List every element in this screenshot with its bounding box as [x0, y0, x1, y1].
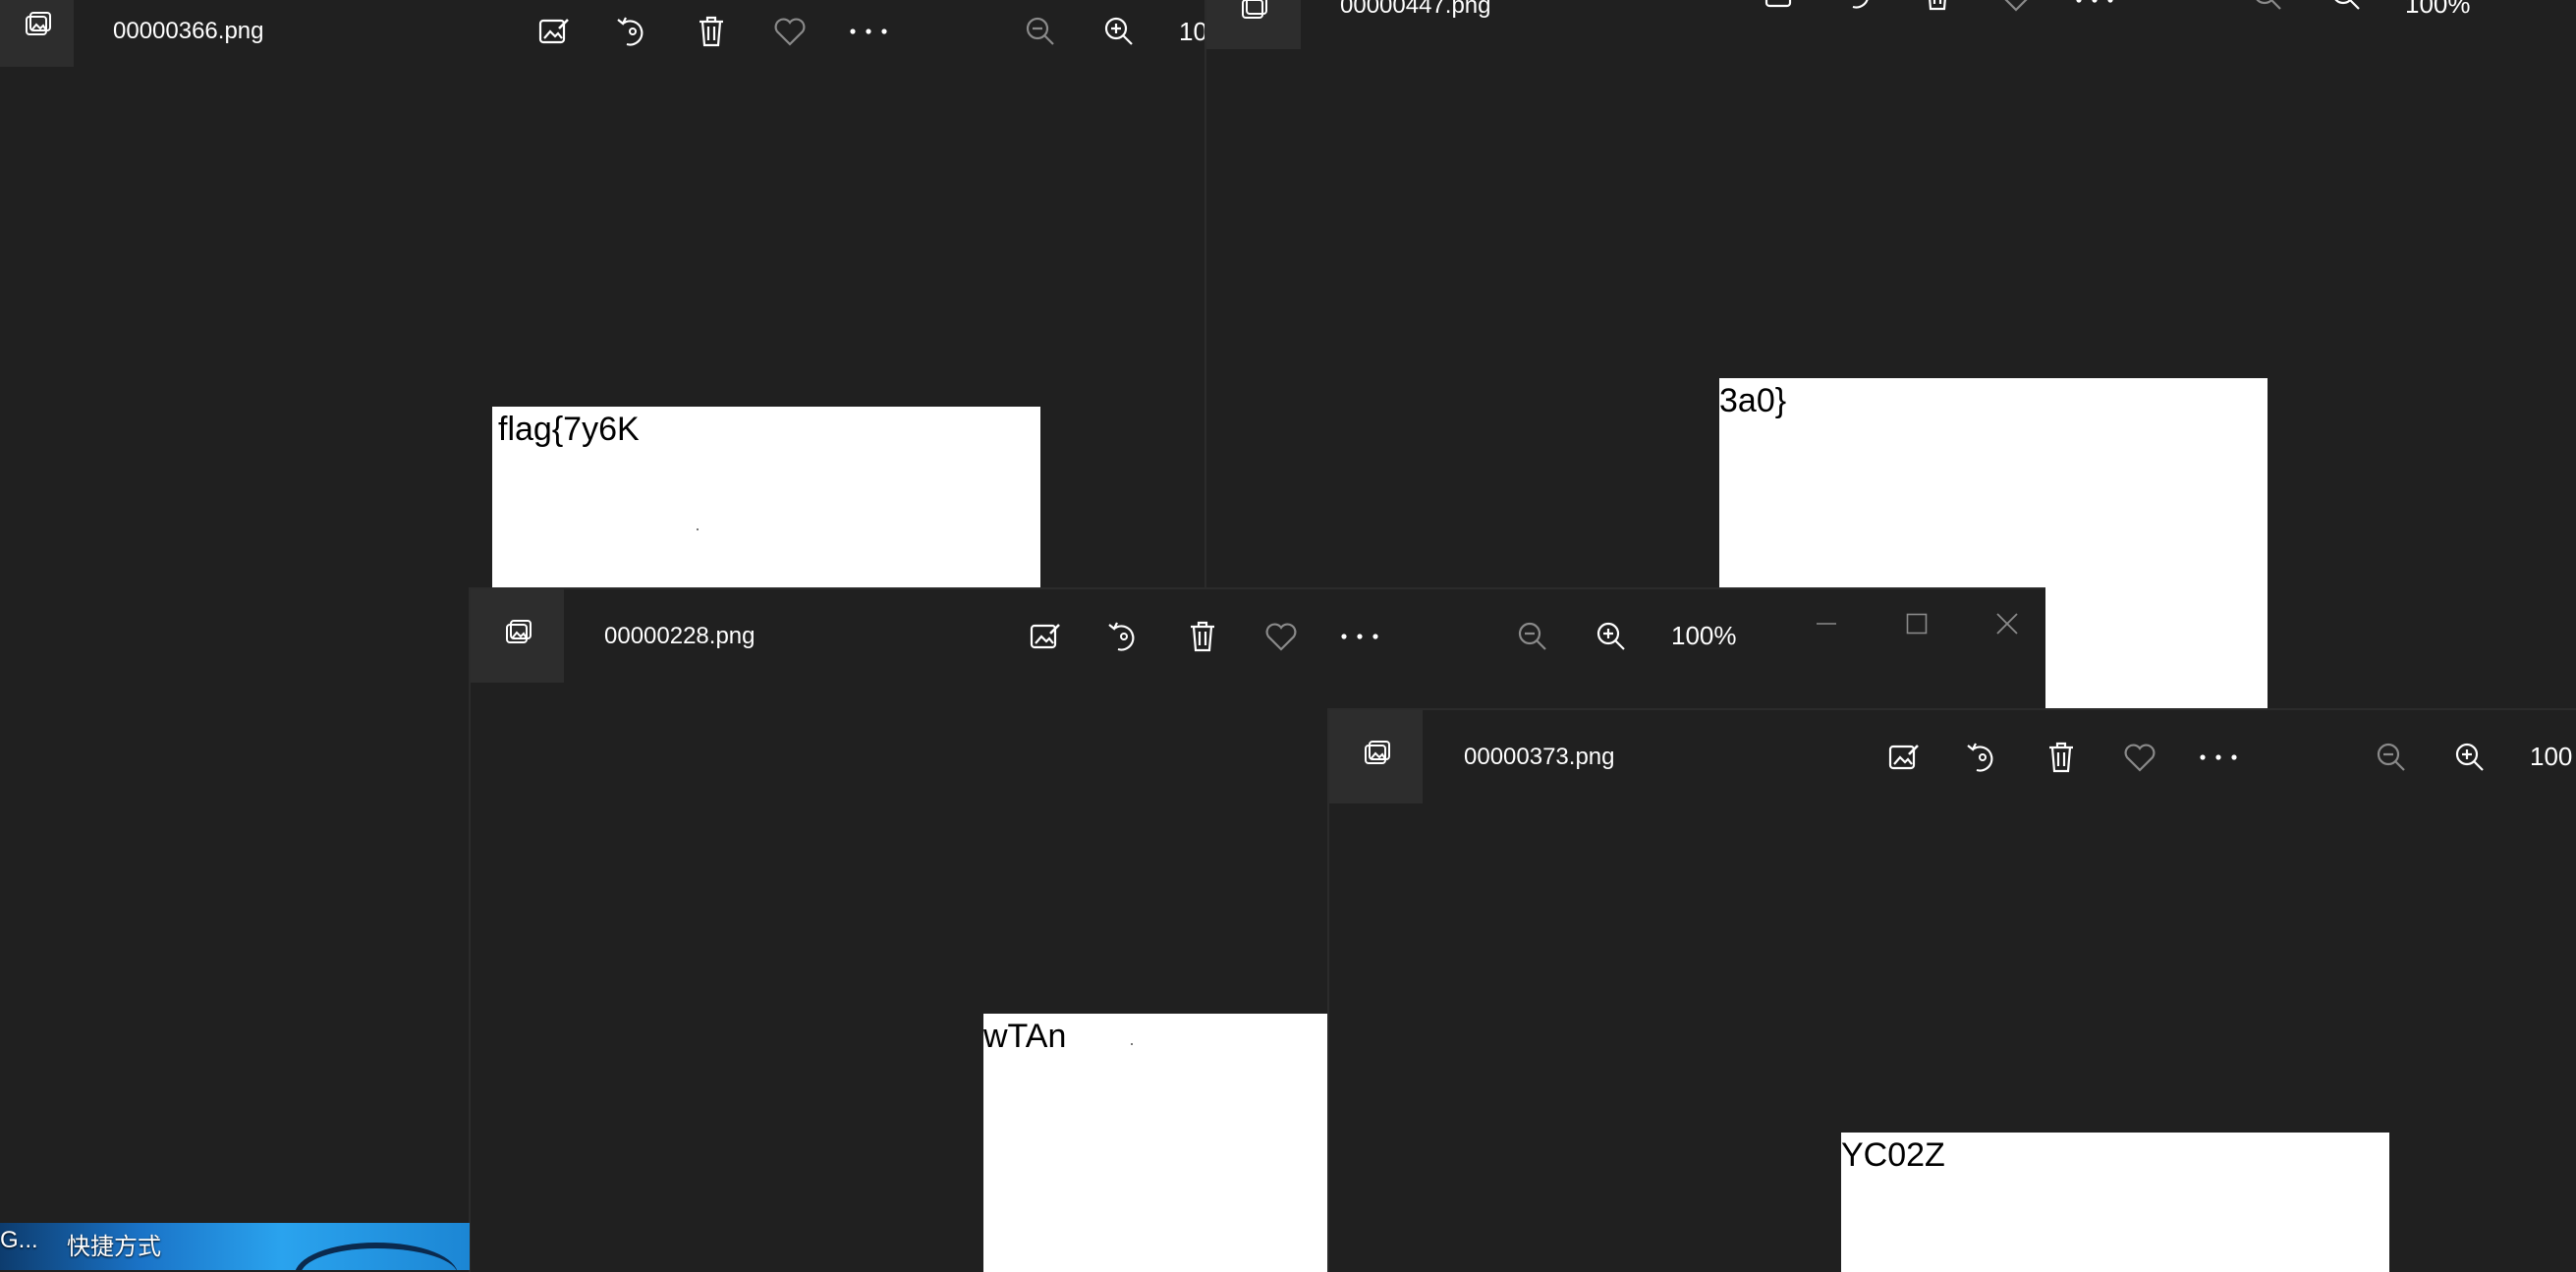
delete-icon — [2045, 741, 2077, 774]
favorite-icon — [773, 17, 807, 46]
zoom-level: 10 — [1179, 17, 1204, 46]
minimize-icon — [1816, 622, 1837, 626]
favorite-button[interactable] — [1987, 0, 2045, 12]
more-button[interactable] — [1330, 589, 1389, 683]
zoom-out-icon — [2252, 0, 2283, 12]
delete-icon — [696, 15, 727, 48]
delete-button[interactable] — [2032, 710, 2091, 803]
more-icon — [849, 28, 888, 35]
edit-image-icon — [537, 15, 571, 48]
favorite-icon — [1264, 622, 1298, 651]
edit-image-button[interactable] — [525, 0, 584, 63]
edit-image-icon — [1029, 620, 1062, 653]
image-canvas: flag{7y6K — [492, 407, 1040, 589]
more-icon — [2199, 753, 2238, 761]
edit-image-button[interactable] — [1875, 710, 1933, 803]
edit-image-icon — [1764, 0, 1797, 12]
app-icon-button[interactable] — [0, 0, 74, 67]
zoom-in-icon — [1103, 16, 1135, 47]
minimize-button[interactable] — [1787, 589, 1866, 658]
edit-image-button[interactable] — [1751, 0, 1810, 12]
rotate-button[interactable] — [1953, 710, 2012, 803]
zoom-out-icon — [1025, 16, 1056, 47]
file-name: 00000373.png — [1464, 744, 1615, 770]
rotate-button[interactable] — [603, 0, 662, 63]
zoom-out-button[interactable] — [1503, 589, 1562, 683]
delete-button[interactable] — [1908, 0, 1967, 12]
zoom-out-icon — [2376, 742, 2407, 773]
file-name: 00000228.png — [604, 623, 756, 649]
more-icon — [1340, 633, 1379, 640]
rotate-icon — [1106, 619, 1142, 654]
rotate-icon — [1841, 0, 1876, 12]
shortcut-label[interactable]: 快捷方式 — [67, 1227, 161, 1261]
favorite-button[interactable] — [2110, 710, 2169, 803]
zoom-in-button[interactable] — [2317, 0, 2376, 12]
app-icon-button[interactable] — [1206, 0, 1301, 49]
more-button[interactable] — [839, 0, 898, 63]
favorite-button[interactable] — [760, 0, 819, 63]
image-text: flag{7y6K — [498, 411, 640, 448]
title-bar: 00000228.png 100% — [471, 589, 2045, 683]
zoom-out-button[interactable] — [2362, 710, 2421, 803]
close-icon — [1996, 613, 2018, 635]
file-name: 00000366.png — [113, 18, 264, 44]
zoom-out-icon — [1517, 621, 1548, 652]
zoom-out-button[interactable] — [1011, 0, 1070, 63]
rotate-button[interactable] — [1094, 589, 1153, 683]
rotate-button[interactable] — [1829, 0, 1888, 12]
more-icon — [2075, 0, 2114, 4]
title-bar: 00000373.png 100 — [1329, 710, 2576, 803]
zoom-level[interactable]: 100 — [2530, 710, 2572, 803]
edit-image-icon — [1887, 741, 1921, 774]
wallpaper-swirl — [295, 1243, 458, 1270]
zoom-out-button[interactable] — [2238, 0, 2297, 12]
title-bar: 00000366.png 10 — [0, 0, 1204, 67]
zoom-in-icon — [1596, 621, 1627, 652]
maximize-icon — [1906, 613, 1928, 635]
zoom-level[interactable]: 100% — [1671, 589, 1737, 683]
image-canvas: wTAn — [983, 1014, 1337, 1272]
zoom-in-button[interactable] — [1090, 0, 1148, 63]
rotate-icon — [615, 14, 650, 49]
zoom-in-icon — [2330, 0, 2362, 12]
app-icon-button[interactable] — [1329, 710, 1423, 803]
zoom-in-button[interactable] — [2440, 710, 2499, 803]
maximize-button[interactable] — [1877, 589, 1956, 658]
app-icon-button[interactable] — [471, 589, 564, 683]
image-text: 3a0} — [1719, 382, 1787, 419]
rotate-icon — [1965, 740, 2000, 775]
shortcut-prefix[interactable]: G... — [0, 1227, 38, 1254]
photos-app-icon — [1362, 740, 1391, 774]
delete-icon — [1922, 0, 1953, 12]
delete-button[interactable] — [1173, 589, 1232, 683]
image-text: YC02Z — [1841, 1136, 1945, 1174]
photos-app-icon — [503, 619, 532, 653]
favorite-icon — [1999, 0, 2033, 12]
photos-app-icon — [1239, 0, 1268, 28]
delete-button[interactable] — [682, 0, 741, 63]
photos-app-icon — [23, 11, 52, 45]
title-bar: 00000447.png 100% — [1206, 0, 2576, 49]
desktop-wallpaper-strip: G... 快捷方式 — [0, 1223, 470, 1270]
favorite-icon — [2123, 743, 2156, 772]
image-text: wTAn — [983, 1018, 1067, 1055]
file-name: 00000447.png — [1340, 0, 1491, 19]
zoom-in-icon — [2454, 742, 2486, 773]
more-button[interactable] — [2065, 0, 2124, 10]
delete-icon — [1187, 620, 1218, 653]
close-button[interactable] — [1968, 589, 2045, 658]
more-button[interactable] — [2189, 710, 2248, 803]
edit-image-button[interactable] — [1016, 589, 1075, 683]
photos-window-00000373: 00000373.png 100 YC02Z — [1327, 708, 2576, 1272]
favorite-button[interactable] — [1252, 589, 1311, 683]
zoom-in-button[interactable] — [1582, 589, 1641, 683]
image-canvas: YC02Z — [1841, 1133, 2389, 1272]
photos-window-00000366: 00000366.png 10 flag{7y6K — [0, 0, 1204, 589]
zoom-level: 100% — [2405, 0, 2471, 19]
